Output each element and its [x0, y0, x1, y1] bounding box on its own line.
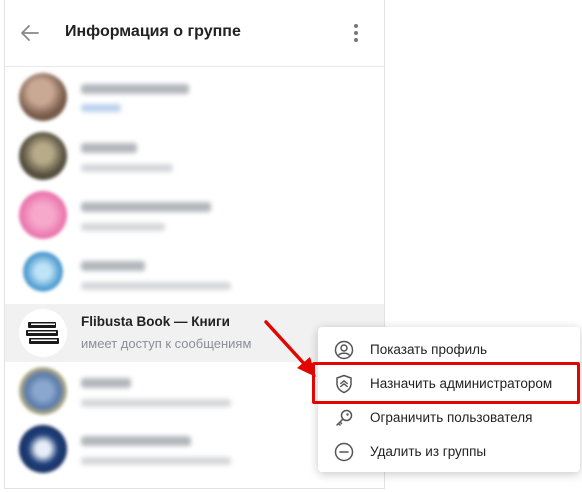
- list-item[interactable]: [5, 186, 384, 244]
- avatar: [19, 132, 67, 180]
- member-name: Flibusta Book — Книги: [81, 314, 230, 329]
- menu-item-label: Ограничить пользователя: [370, 410, 533, 425]
- menu-item-label: Показать профиль: [370, 342, 488, 357]
- avatar: [19, 425, 67, 473]
- key-icon: [336, 409, 353, 426]
- menu-item-make-admin[interactable]: Назначить администратором: [318, 367, 580, 401]
- menu-item-show-profile[interactable]: Показать профиль: [318, 333, 580, 367]
- member-context-menu: Показать профиль Назначить администратор…: [318, 327, 580, 472]
- blurred-name: [81, 202, 211, 212]
- avatar: [19, 73, 67, 121]
- menu-item-remove-from-group[interactable]: Удалить из группы: [318, 435, 580, 469]
- avatar: [19, 250, 67, 298]
- menu-item-label: Удалить из группы: [370, 444, 487, 459]
- blurred-name: [81, 143, 137, 153]
- blurred-status: [81, 223, 165, 231]
- menu-item-label: Назначить администратором: [370, 376, 553, 391]
- blurred-status: [81, 282, 231, 290]
- books-icon: [26, 322, 59, 344]
- avatar: [19, 367, 67, 415]
- more-options-icon[interactable]: [349, 22, 363, 44]
- blurred-name: [81, 261, 145, 271]
- minus-circle-icon: [334, 442, 354, 462]
- member-status: имеет доступ к сообщениям: [81, 336, 252, 351]
- menu-item-restrict-user[interactable]: Ограничить пользователя: [318, 401, 580, 435]
- annotation-arrow-icon: [264, 320, 316, 377]
- blurred-status: [81, 164, 173, 172]
- avatar: [19, 309, 67, 357]
- avatar: [19, 191, 67, 239]
- blurred-name: [81, 436, 191, 446]
- blurred-name: [81, 378, 131, 388]
- blurred-status: [81, 104, 121, 112]
- list-item[interactable]: [5, 127, 384, 185]
- back-arrow-icon[interactable]: [19, 22, 41, 44]
- list-item[interactable]: [5, 245, 384, 303]
- blurred-status: [81, 457, 231, 465]
- blurred-name: [81, 84, 189, 94]
- panel-header: Информация о группе: [5, 0, 384, 67]
- shield-icon: [336, 374, 352, 394]
- blurred-status: [81, 399, 231, 407]
- page-title: Информация о группе: [65, 23, 241, 40]
- list-item[interactable]: [5, 68, 384, 126]
- profile-icon: [334, 340, 354, 360]
